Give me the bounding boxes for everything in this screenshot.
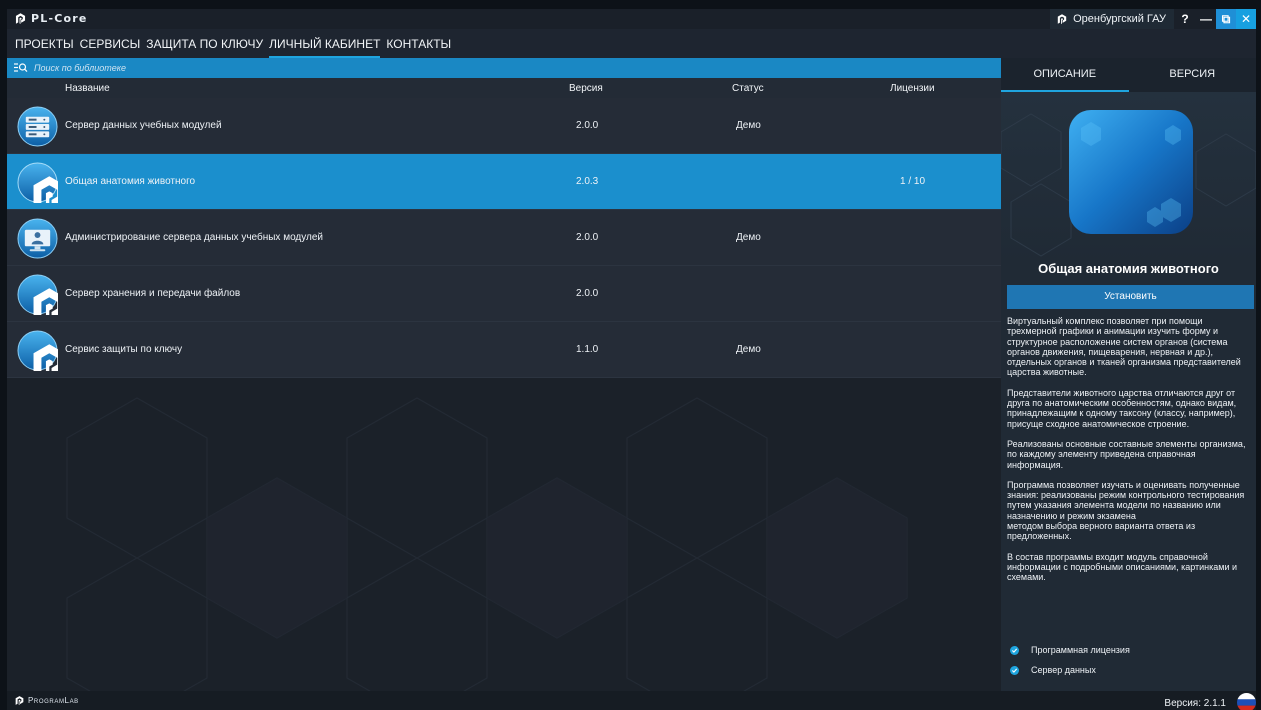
status-bar: ProgramLab Версия: 2.1.1: [7, 691, 1256, 710]
details-panel: ОПИСАНИЕ ВЕРСИЯ Общая анатомия животного…: [1001, 58, 1256, 691]
table-row[interactable]: Сервер хранения и передачи файлов 2.0.0: [7, 266, 1001, 322]
row-version: 2.0.0: [576, 288, 599, 299]
pl-logo-icon: [1056, 13, 1068, 25]
row-status: Демо: [736, 232, 761, 243]
organization-name: Оренбургский ГАУ: [1073, 13, 1166, 25]
title-bar: PL-Core Оренбургский ГАУ ? — ⧉ ✕: [7, 9, 1256, 29]
programlab-logo: ProgramLab: [14, 695, 79, 706]
server-icon: [17, 106, 58, 147]
header-licenses[interactable]: Лицензии: [890, 83, 935, 94]
product-logo-icon: [1069, 110, 1195, 236]
minimize-button[interactable]: —: [1196, 9, 1216, 29]
row-version: 2.0.3: [576, 176, 599, 187]
description-paragraph: Реализованы основные составные элементы …: [1007, 438, 1246, 470]
row-name: Администрирование сервера данных учебных…: [65, 232, 324, 243]
row-status: Демо: [736, 120, 761, 131]
checkmark-icon: [1010, 645, 1019, 655]
description-paragraph: Программа позволяет изучать и оценивать …: [1007, 479, 1245, 542]
maximize-button[interactable]: ⧉: [1216, 9, 1236, 29]
product-title: Общая анатомия животного: [1038, 261, 1219, 276]
close-button[interactable]: ✕: [1236, 9, 1256, 29]
feature-data-server[interactable]: Сервер данных: [1010, 665, 1096, 675]
product-description: Виртуальный комплекс позволяет при помощ…: [1007, 316, 1253, 593]
window-controls: Оренбургский ГАУ ? — ⧉ ✕: [1050, 9, 1256, 29]
feature-label: Программная лицензия: [1031, 645, 1130, 655]
nav-projects[interactable]: ПРОЕКТЫ: [15, 29, 74, 58]
tab-version[interactable]: ВЕРСИЯ: [1129, 58, 1257, 92]
row-version: 2.0.0: [576, 232, 599, 243]
pl-logo-icon: [14, 695, 25, 706]
search-list-icon: [14, 63, 28, 73]
admin-server-icon: [17, 218, 58, 259]
pl-logo-icon: [17, 330, 58, 371]
help-button[interactable]: ?: [1174, 9, 1196, 29]
feature-label: Сервер данных: [1031, 665, 1096, 675]
table-row-selected[interactable]: Общая анатомия животного 2.0.3 1 / 10: [7, 154, 1001, 210]
russia-flag-icon[interactable]: [1237, 693, 1256, 710]
feature-software-license[interactable]: Программная лицензия: [1010, 645, 1130, 655]
header-name[interactable]: Название: [65, 83, 110, 94]
table-header: Название Версия Статус Лицензии: [7, 78, 1001, 98]
nav-contacts[interactable]: КОНТАКТЫ: [386, 29, 451, 58]
description-paragraph: Представители животного царства отличают…: [1007, 387, 1237, 429]
main-nav: ПРОЕКТЫ СЕРВИСЫ ЗАЩИТА ПО КЛЮЧУ ЛИЧНЫЙ К…: [7, 29, 1001, 58]
library-search[interactable]: Поиск по библиотеке: [7, 58, 1001, 78]
details-tabs: ОПИСАНИЕ ВЕРСИЯ: [1001, 58, 1256, 92]
header-version[interactable]: Версия: [569, 83, 603, 94]
table-row[interactable]: Сервер данных учебных модулей 2.0.0 Демо: [7, 98, 1001, 154]
nav-key-protection[interactable]: ЗАЩИТА ПО КЛЮЧУ: [146, 29, 263, 58]
description-paragraph: Виртуальный комплекс позволяет при помощ…: [1007, 316, 1241, 378]
description-paragraph: В состав программы входит модуль справоч…: [1007, 551, 1238, 583]
pl-logo-icon: [14, 12, 27, 25]
table-row[interactable]: Сервис защиты по ключу 1.1.0 Демо: [7, 322, 1001, 378]
app-name: PL-Core: [31, 12, 88, 25]
table-row[interactable]: Администрирование сервера данных учебных…: [7, 210, 1001, 266]
app-logo: PL-Core: [14, 12, 88, 25]
row-name: Общая анатомия животного: [65, 176, 196, 187]
header-status[interactable]: Статус: [732, 83, 764, 94]
brand-name: ProgramLab: [28, 696, 79, 705]
row-version: 2.0.0: [576, 120, 599, 131]
checkmark-icon: [1010, 665, 1019, 675]
organization-selector[interactable]: Оренбургский ГАУ: [1050, 9, 1174, 29]
app-window: PL-Core Оренбургский ГАУ ? — ⧉ ✕ ПРОЕКТЫ…: [7, 9, 1256, 710]
app-version: Версия: 2.1.1: [1164, 698, 1226, 709]
tab-description[interactable]: ОПИСАНИЕ: [1001, 58, 1129, 92]
library-panel: Поиск по библиотеке Название Версия Стат…: [7, 58, 1001, 691]
pl-logo-icon: [17, 162, 58, 203]
row-name: Сервер данных учебных модулей: [65, 120, 222, 131]
pl-logo-icon: [17, 274, 58, 315]
row-status: Демо: [736, 344, 761, 355]
nav-personal-account[interactable]: ЛИЧНЫЙ КАБИНЕТ: [269, 29, 381, 58]
row-name: Сервис защиты по ключу: [65, 344, 183, 355]
nav-services[interactable]: СЕРВИСЫ: [80, 29, 141, 58]
module-table: Сервер данных учебных модулей 2.0.0 Демо…: [7, 98, 1001, 378]
search-placeholder: Поиск по библиотеке: [34, 63, 127, 73]
row-name: Сервер хранения и передачи файлов: [65, 288, 241, 299]
row-version: 1.1.0: [576, 344, 599, 355]
row-licenses: 1 / 10: [900, 176, 926, 187]
install-button[interactable]: Установить: [1007, 285, 1254, 309]
